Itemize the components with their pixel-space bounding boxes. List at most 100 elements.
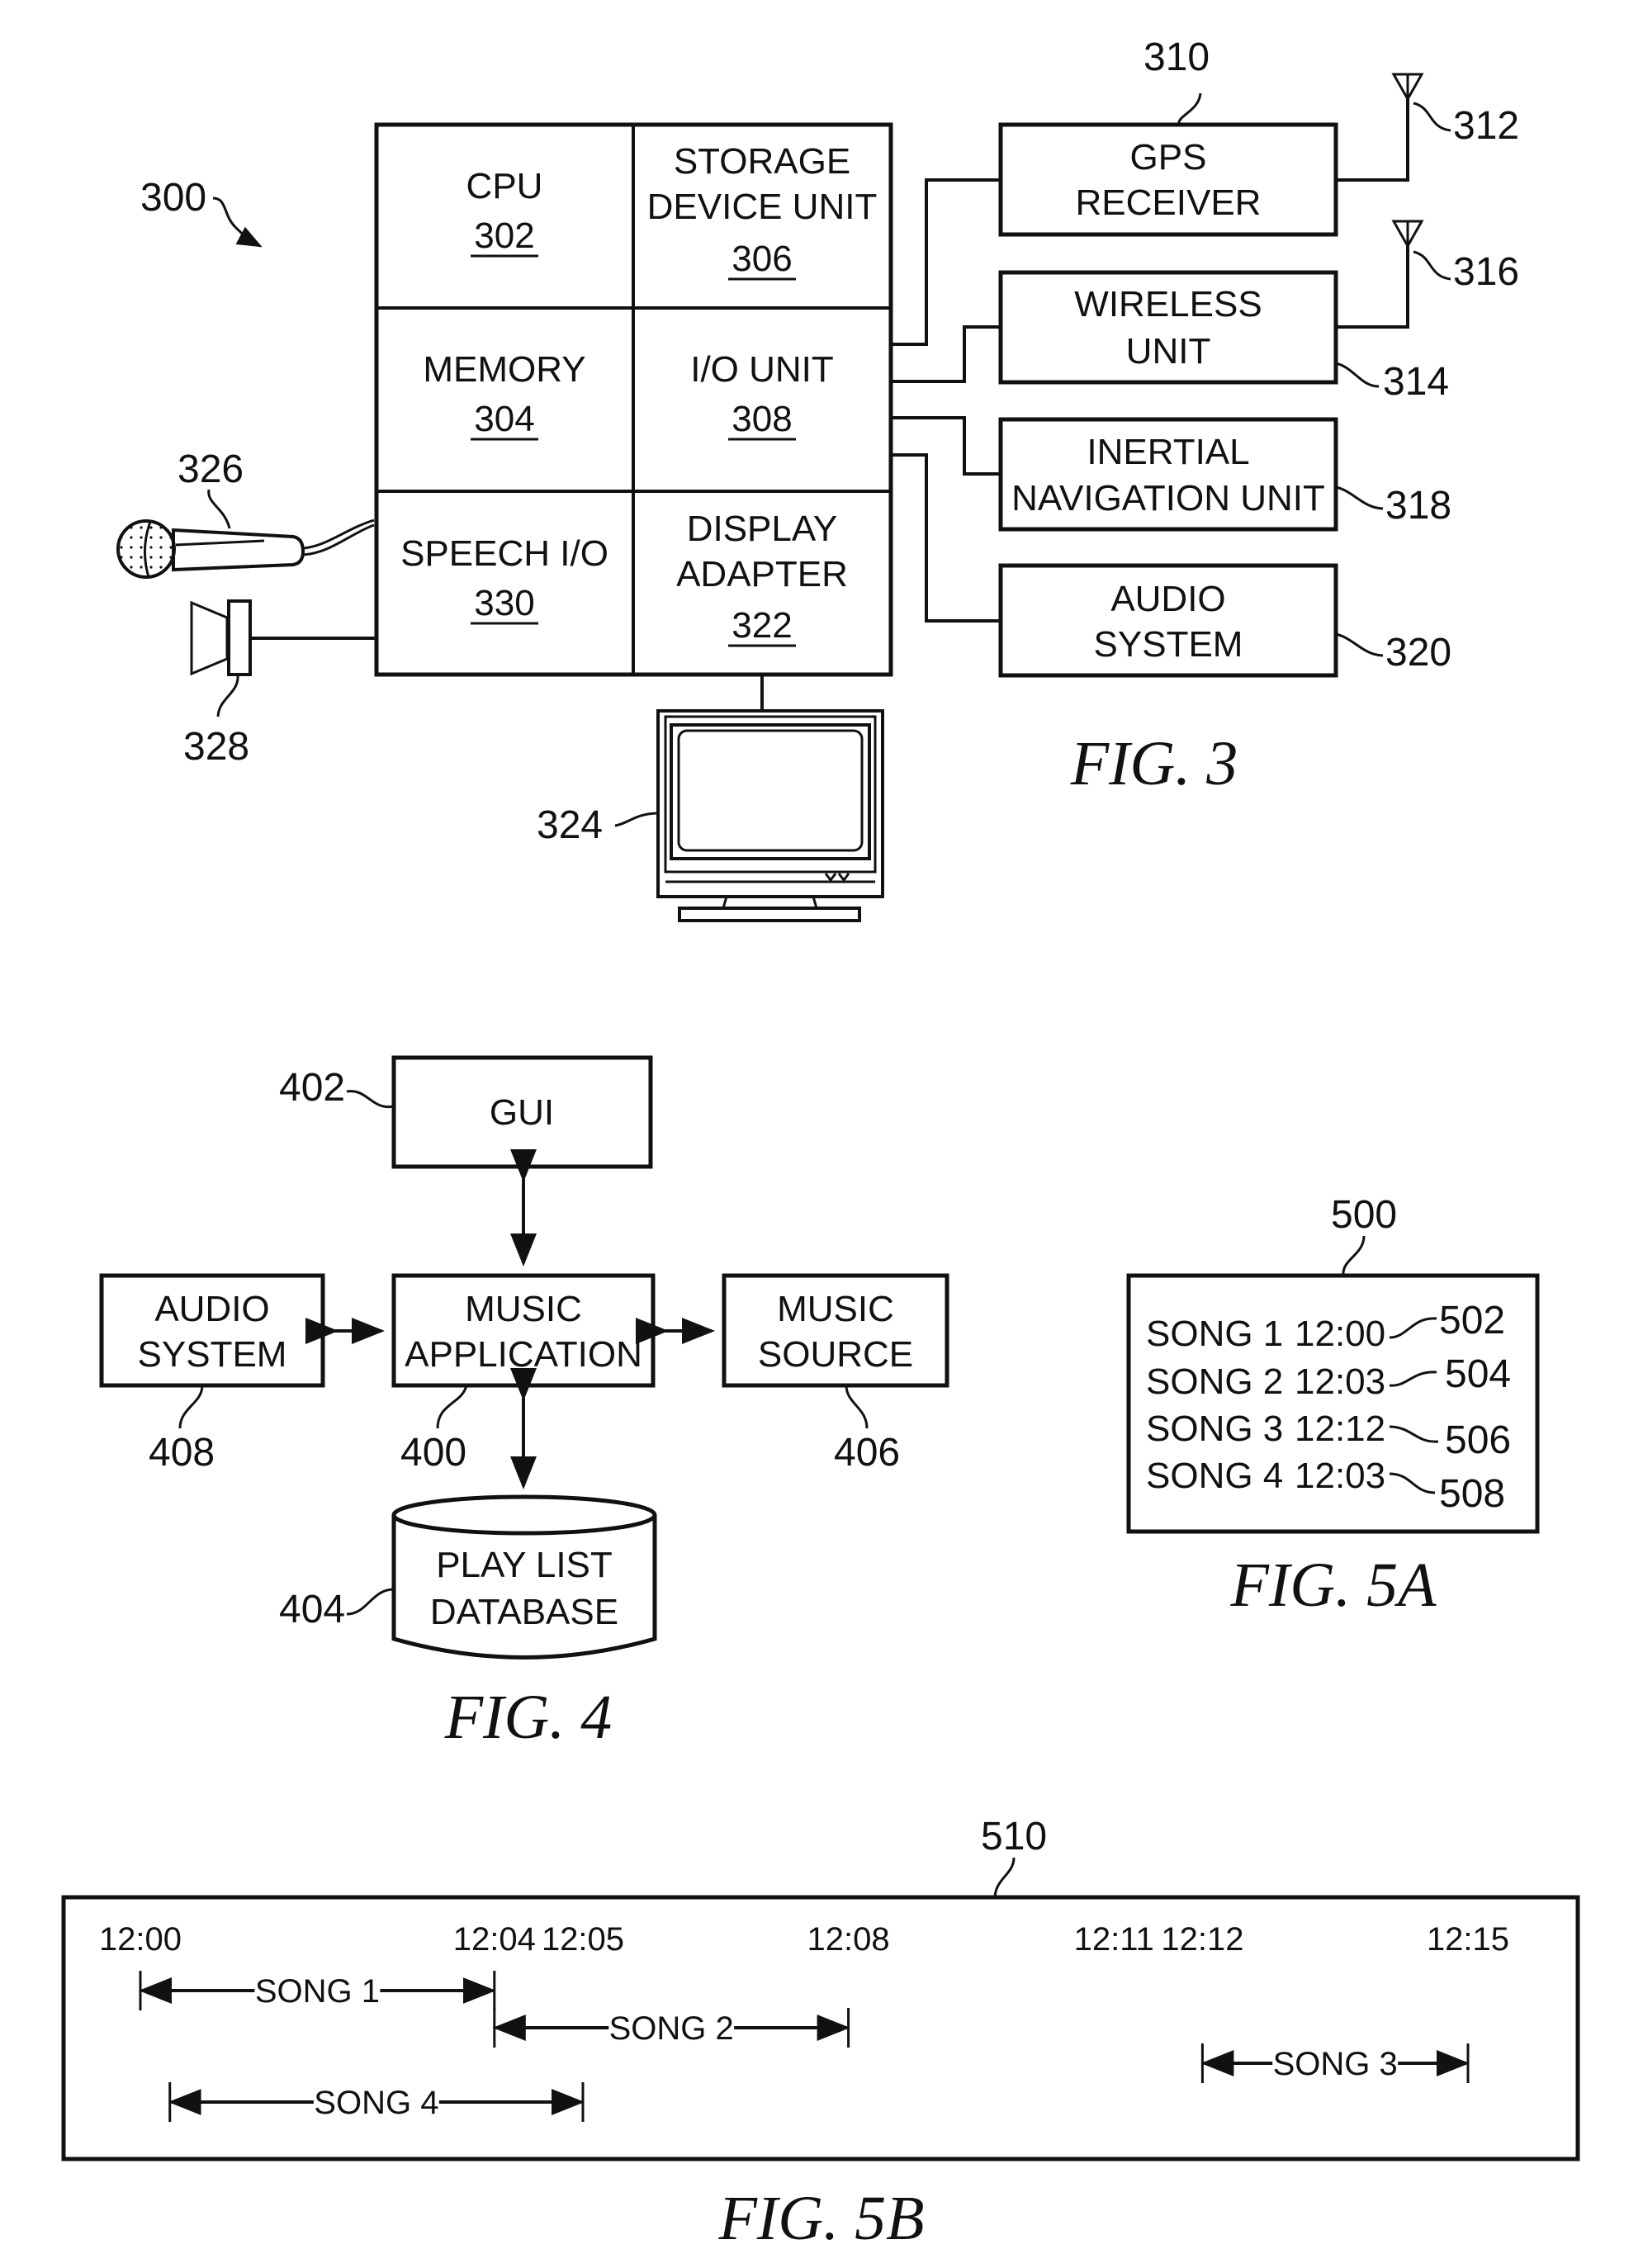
fig5a: 500 SONG 1 12:00 502 SONG 2 12:03 504 SO… [1126,1193,1540,1620]
leader [1335,362,1380,388]
ref-312: 312 [1453,104,1519,148]
microphone-icon [116,518,375,579]
tick-label: 12:00 [99,1921,182,1958]
wireless-unit: WIRELESS UNIT [998,270,1338,385]
ref-506: 506 [1445,1418,1511,1462]
ref-318: 318 [1385,484,1451,528]
ref-502: 502 [1439,1299,1505,1342]
patent-drawing-sheet: 300 CPU 302 STORAGE DEVICE UNIT 306 MEMO… [61,36,1580,2253]
wireless-label-1: WIRELESS [1074,284,1262,324]
inertial-label-2: NAVIGATION UNIT [1011,478,1325,518]
leader [207,489,231,529]
leader [993,1857,1016,1898]
ref-300-arrow [212,196,263,248]
speaker-icon [190,599,376,676]
io-ref: 308 [732,399,792,439]
ref-310: 310 [1143,36,1210,79]
ref-500: 500 [1331,1193,1397,1237]
ref-406: 406 [834,1431,900,1475]
bus-gps [891,178,1001,346]
gps-receiver: GPS RECEIVER [998,122,1338,237]
ref-320: 320 [1385,631,1451,675]
ref-510: 510 [981,1815,1047,1858]
ref-314: 314 [1383,360,1449,404]
song-time: 12:00 [1295,1314,1385,1354]
gui-box: GUI [391,1055,653,1169]
ref-402: 402 [279,1066,345,1110]
cpu-ref: 302 [474,215,534,256]
tick-label: 12:05 [542,1921,624,1958]
display-label-1: DISPLAY [687,509,838,549]
leader [1335,632,1384,657]
leader [346,1588,395,1616]
song-time: 12:03 [1295,1361,1385,1402]
audio-label-2: SYSTEM [1094,624,1243,665]
audio-system-box: AUDIO SYSTEM [99,1273,325,1388]
io-label: I/O UNIT [690,349,834,390]
display-ref: 322 [732,605,792,646]
leader [1177,92,1202,125]
fig5b: 510 12:00 12:04 12:05 12:08 12:11 12:12 12:15 … [61,1815,1580,2253]
antenna-icon [1336,73,1424,182]
antenna-icon [1336,220,1424,329]
leader [1413,250,1451,281]
ref-324: 324 [537,803,603,847]
fig4: GUI 402 MUSIC APPLICATION 400 AUDIO SYST… [99,1055,949,1752]
music-source-label-1: MUSIC [777,1289,894,1329]
gui-label: GUI [490,1092,554,1133]
fig3: 300 CPU 302 STORAGE DEVICE UNIT 306 MEMO… [116,36,1519,922]
audio-label-1: AUDIO [1110,579,1225,619]
ref-326: 326 [178,447,244,491]
song-name: SONG 1 [1146,1314,1283,1354]
storage-label-1: STORAGE [674,141,850,182]
memory-ref: 304 [474,399,534,439]
cpu-label: CPU [466,166,543,206]
music-app-label-1: MUSIC [465,1289,582,1329]
leader [614,812,659,827]
span-label: SONG 4 [314,2085,438,2121]
span-label: SONG 2 [609,2010,734,2047]
bus-audio [891,453,1001,623]
tick-label: 12:04 [453,1921,536,1958]
song-name: SONG 2 [1146,1361,1283,1402]
gps-label-1: GPS [1130,137,1207,178]
memory-label: MEMORY [423,349,585,390]
playlist-label-1: PLAY LIST [436,1545,613,1585]
ref-408: 408 [149,1431,215,1475]
leader [436,1385,468,1429]
music-source-label-2: SOURCE [758,1334,913,1375]
tick-label: 12:11 [1074,1921,1154,1958]
fig5b-caption: FIG. 5B [717,2184,924,2253]
tick-label: 12:12 [1161,1921,1243,1958]
music-source-box: MUSIC SOURCE [722,1273,949,1388]
ref-400: 400 [400,1431,466,1475]
leader [1413,102,1451,132]
span-label: SONG 3 [1273,2046,1398,2082]
song-time: 12:12 [1295,1409,1385,1449]
leader [346,1090,395,1109]
leader [216,674,239,717]
span-label: SONG 1 [255,1973,380,2010]
wireless-label-2: UNIT [1126,331,1211,372]
speech-label: SPEECH I/O [400,533,608,574]
gps-label-2: RECEIVER [1076,182,1262,223]
song-time: 12:03 [1295,1456,1385,1496]
song-name: SONG 4 [1146,1456,1283,1496]
audio-system-320: AUDIO SYSTEM [998,563,1338,678]
tick-label: 12:08 [807,1921,890,1958]
bus-wireless [891,325,1001,383]
fig3-caption: FIG. 3 [1070,729,1238,798]
leader [1335,485,1384,510]
storage-ref: 306 [732,239,792,279]
fig5a-caption: FIG. 5A [1229,1551,1437,1620]
leader [178,1385,204,1429]
leader [1342,1235,1366,1276]
audio-system-label-1: AUDIO [154,1289,269,1329]
song-name: SONG 3 [1146,1409,1283,1449]
ref-508: 508 [1439,1472,1505,1516]
playlist-database: PLAY LIST DATABASE [391,1494,657,1660]
leader [845,1385,869,1429]
tick-label: 12:15 [1427,1921,1509,1958]
inertial-navigation-unit: INERTIAL NAVIGATION UNIT [998,417,1338,532]
music-app-label-2: APPLICATION [405,1334,642,1375]
